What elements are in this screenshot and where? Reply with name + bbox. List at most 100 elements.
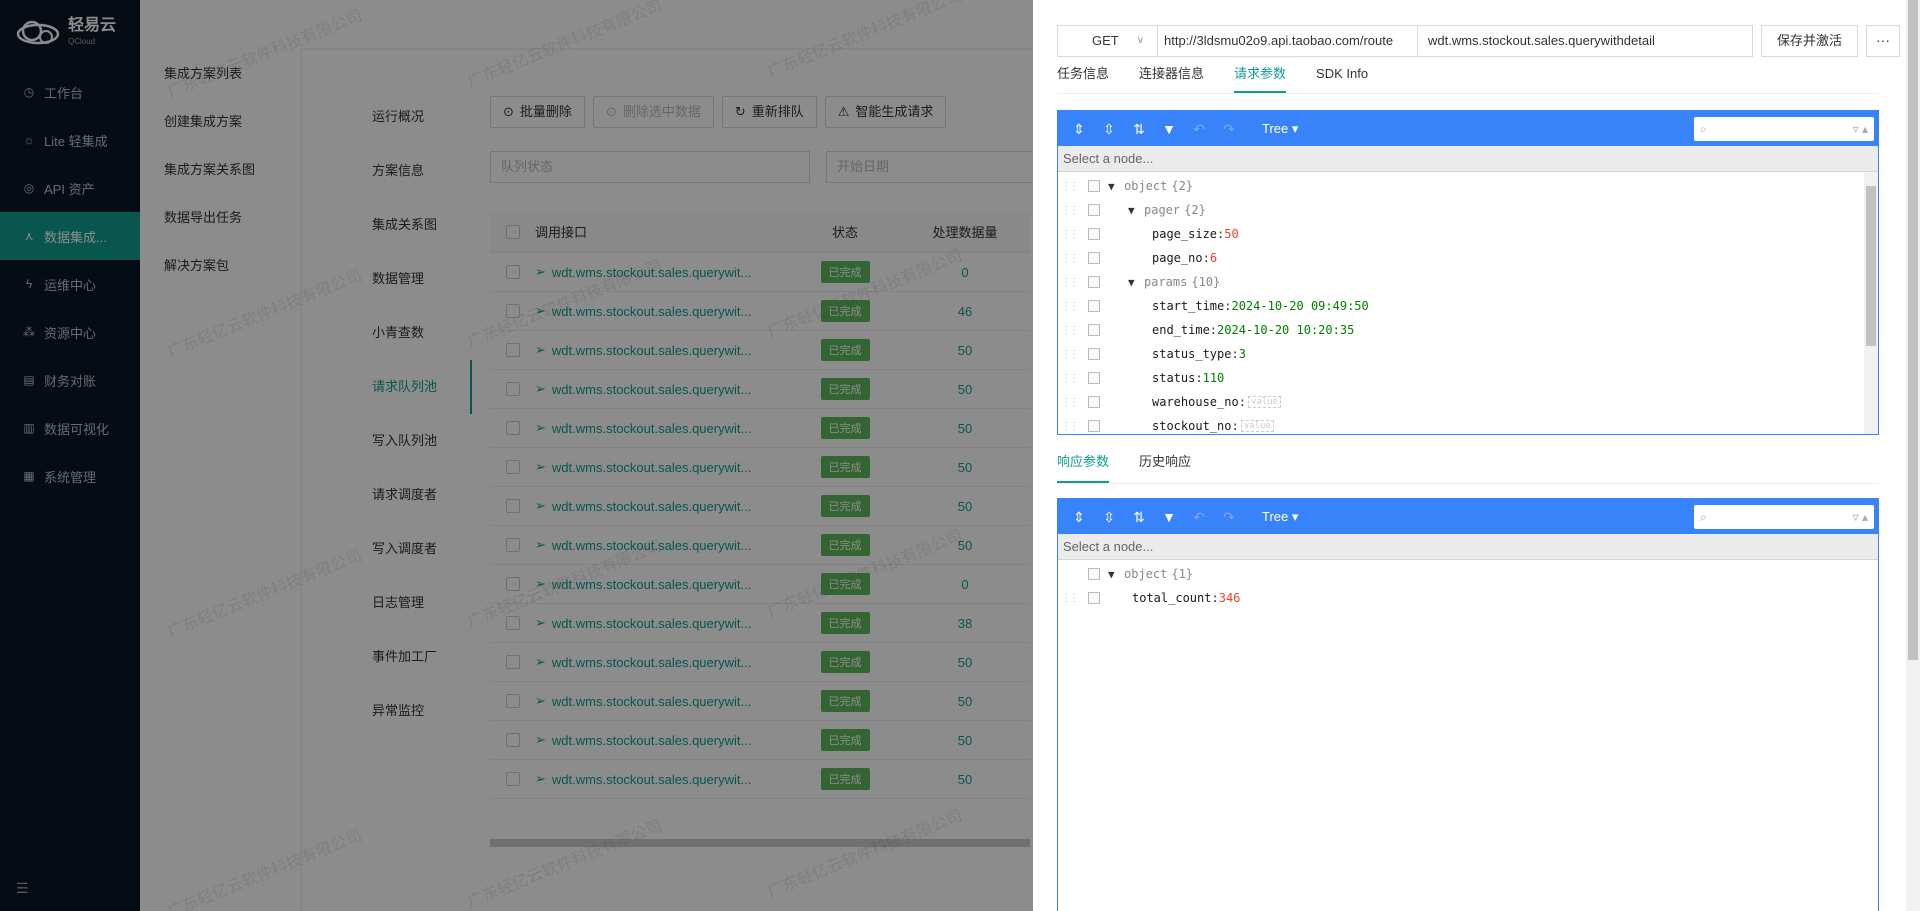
collapse-all-icon[interactable]: ⇳	[1098, 118, 1120, 140]
drag-handle-icon[interactable]: ⋮⋮	[1058, 301, 1080, 312]
drag-handle-icon[interactable]: ⋮⋮	[1058, 421, 1080, 432]
node-value[interactable]: 50	[1224, 227, 1238, 241]
redo-icon[interactable]: ↷	[1218, 506, 1240, 528]
expand-toggle-icon[interactable]: ▼	[1128, 276, 1144, 289]
tree-node[interactable]: ⋮⋮ status : 110	[1058, 366, 1878, 390]
response-tree: ▼ object {1} ⋮⋮ total_count : 346	[1058, 560, 1878, 910]
drag-handle-icon[interactable]: ⋮⋮	[1058, 325, 1080, 336]
node-checkbox[interactable]	[1088, 420, 1100, 432]
tab-1[interactable]: 连接器信息	[1139, 64, 1204, 93]
request-json-editor: ⇕ ⇳ ⇅ ▼ ↶ ↷ Tree ▾ ⌕ ▿ ▴ Select a node...…	[1057, 110, 1879, 435]
modal-mask[interactable]	[0, 0, 1033, 911]
node-key: status	[1152, 371, 1196, 385]
drag-handle-icon[interactable]: ⋮⋮	[1058, 373, 1080, 384]
save-activate-button[interactable]: 保存并激活	[1761, 25, 1859, 57]
node-checkbox[interactable]	[1088, 300, 1100, 312]
collapse-all-icon[interactable]: ⇳	[1098, 506, 1120, 528]
node-checkbox[interactable]	[1088, 276, 1100, 288]
tree-node[interactable]: ⋮⋮ end_time : 2024-10-20 10:20:35	[1058, 318, 1878, 342]
node-checkbox[interactable]	[1088, 204, 1100, 216]
drawer-vscrollbar[interactable]	[1906, 0, 1920, 911]
editor-search[interactable]: ⌕ ▿ ▴	[1694, 505, 1874, 529]
separator: :	[1195, 371, 1203, 385]
expand-toggle-icon[interactable]: ▼	[1108, 568, 1124, 581]
tree-node[interactable]: ⋮⋮ page_size : 50	[1058, 222, 1878, 246]
tree-node[interactable]: ⋮⋮ stockout_no : value	[1058, 414, 1878, 434]
tab-0[interactable]: 任务信息	[1057, 64, 1109, 93]
node-checkbox[interactable]	[1088, 372, 1100, 384]
editor-search[interactable]: ⌕ ▿ ▴	[1694, 117, 1874, 141]
expand-toggle-icon[interactable]: ▼	[1108, 180, 1124, 193]
tab-2[interactable]: 请求参数	[1234, 64, 1287, 93]
node-key: page_no	[1152, 251, 1203, 265]
tree-node[interactable]: ⋮⋮ status_type : 3	[1058, 342, 1878, 366]
filter-icon[interactable]: ▼	[1158, 118, 1180, 140]
method-select[interactable]: GET ∨	[1058, 26, 1158, 56]
request-tree-rows: ⋮⋮ ▼ object {2} ⋮⋮ ▼ pager {2} ⋮⋮ page_size : 50 ⋮…	[1058, 172, 1878, 434]
node-key: object	[1124, 567, 1168, 581]
separator: :	[1202, 251, 1210, 265]
undo-icon[interactable]: ↶	[1188, 118, 1210, 140]
node-checkbox[interactable]	[1088, 592, 1100, 604]
operation-input[interactable]: wdt.wms.stockout.sales.querywithdetail	[1418, 26, 1752, 56]
node-checkbox[interactable]	[1088, 252, 1100, 264]
filter-icon[interactable]: ▼	[1158, 506, 1180, 528]
tree-node[interactable]: ⋮⋮ warehouse_no : value	[1058, 390, 1878, 414]
more-options-button[interactable]: ···	[1866, 25, 1901, 57]
tree-node[interactable]: ▼ object {1}	[1058, 562, 1878, 586]
drag-handle-icon[interactable]: ⋮⋮	[1058, 277, 1080, 288]
separator: :	[1217, 227, 1225, 241]
undo-icon[interactable]: ↶	[1188, 506, 1210, 528]
drag-handle-icon[interactable]: ⋮⋮	[1058, 593, 1080, 604]
node-type: {2}	[1184, 203, 1206, 217]
tree-vscrollbar[interactable]	[1864, 172, 1878, 434]
tree-node[interactable]: ⋮⋮ page_no : 6	[1058, 246, 1878, 270]
node-navbar[interactable]: Select a node...	[1058, 534, 1878, 560]
search-nav-icon[interactable]: ▿ ▴	[1853, 122, 1868, 136]
tree-node[interactable]: ⋮⋮ ▼ object {2}	[1058, 174, 1878, 198]
tree-node[interactable]: ⋮⋮ ▼ params {10}	[1058, 270, 1878, 294]
expand-all-icon[interactable]: ⇕	[1068, 506, 1090, 528]
tab-3[interactable]: SDK Info	[1316, 64, 1368, 93]
expand-toggle-icon[interactable]: ▼	[1128, 204, 1144, 217]
request-line: GET ∨ http://3ldsmu02o9.api.taobao.com/ro…	[1057, 25, 1753, 57]
node-key: stockout_no	[1152, 419, 1232, 433]
resp-tab-0[interactable]: 响应参数	[1057, 452, 1110, 483]
resp-tab-1[interactable]: 历史响应	[1139, 452, 1191, 483]
drag-handle-icon[interactable]: ⋮⋮	[1058, 253, 1080, 264]
expand-all-icon[interactable]: ⇕	[1068, 118, 1090, 140]
mode-select[interactable]: Tree ▾	[1262, 121, 1298, 137]
drag-handle-icon[interactable]: ⋮⋮	[1058, 205, 1080, 216]
drag-handle-icon[interactable]: ⋮⋮	[1058, 397, 1080, 408]
tree-node[interactable]: ⋮⋮ ▼ pager {2}	[1058, 198, 1878, 222]
drag-handle-icon[interactable]: ⋮⋮	[1058, 349, 1080, 360]
drag-handle-icon[interactable]: ⋮⋮	[1058, 181, 1080, 192]
separator: :	[1231, 419, 1239, 433]
node-value[interactable]: 6	[1210, 251, 1217, 265]
mode-select[interactable]: Tree ▾	[1262, 509, 1298, 525]
node-checkbox[interactable]	[1088, 568, 1100, 580]
node-key: params	[1144, 275, 1188, 289]
sort-icon[interactable]: ⇅	[1128, 118, 1150, 140]
editor-toolbar: ⇕ ⇳ ⇅ ▼ ↶ ↷ Tree ▾ ⌕ ▿ ▴	[1058, 499, 1878, 534]
node-checkbox[interactable]	[1088, 348, 1100, 360]
node-checkbox[interactable]	[1088, 180, 1100, 192]
node-value[interactable]: 346	[1219, 591, 1241, 605]
url-input[interactable]: http://3ldsmu02o9.api.taobao.com/route	[1158, 26, 1418, 56]
node-value[interactable]: 2024-10-20 09:49:50	[1231, 299, 1368, 313]
drag-handle-icon[interactable]: ⋮⋮	[1058, 229, 1080, 240]
node-checkbox[interactable]	[1088, 228, 1100, 240]
node-value[interactable]: 3	[1239, 347, 1246, 361]
tree-node[interactable]: ⋮⋮ total_count : 346	[1058, 586, 1878, 610]
node-value[interactable]: value	[1247, 396, 1282, 408]
node-checkbox[interactable]	[1088, 324, 1100, 336]
sort-icon[interactable]: ⇅	[1128, 506, 1150, 528]
tree-node[interactable]: ⋮⋮ start_time : 2024-10-20 09:49:50	[1058, 294, 1878, 318]
node-value[interactable]: 110	[1203, 371, 1225, 385]
node-value[interactable]: value	[1240, 420, 1274, 432]
node-checkbox[interactable]	[1088, 396, 1100, 408]
redo-icon[interactable]: ↷	[1218, 118, 1240, 140]
node-value[interactable]: 2024-10-20 10:20:35	[1217, 323, 1354, 337]
search-nav-icon[interactable]: ▿ ▴	[1853, 510, 1868, 524]
node-navbar[interactable]: Select a node...	[1058, 146, 1878, 172]
